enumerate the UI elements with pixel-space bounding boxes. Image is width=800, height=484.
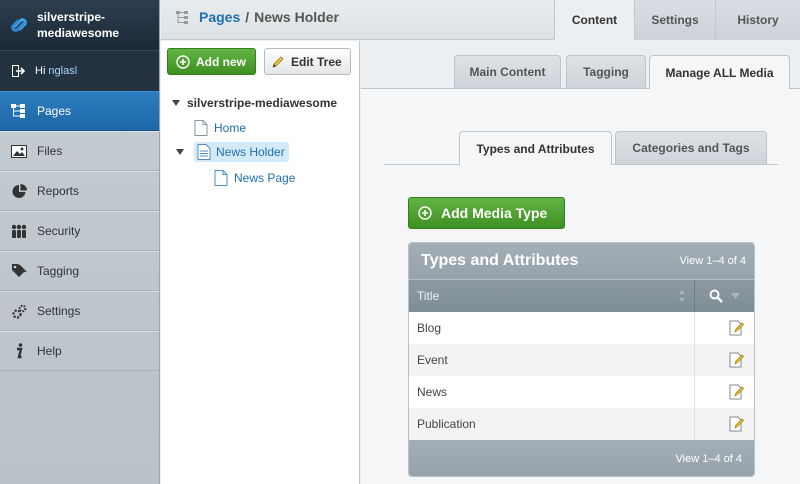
grid-header-row: Title: [409, 279, 754, 312]
sidebar-item-label: Help: [37, 344, 62, 358]
edit-icon[interactable]: [729, 320, 744, 336]
column-title-label: Title: [417, 289, 440, 303]
edit-icon[interactable]: [729, 384, 744, 400]
sidebar-item-security[interactable]: Security: [0, 211, 159, 251]
grid-pagination-top: View 1–4 of 4: [679, 255, 746, 267]
column-title-header[interactable]: Title: [409, 280, 695, 312]
brand-bar[interactable]: silverstripe-mediawesome: [0, 0, 159, 50]
grid-title: Types and Attributes: [421, 252, 579, 269]
tree-node-news-page[interactable]: News Page: [214, 168, 295, 188]
tab-settings[interactable]: Settings: [634, 0, 715, 40]
row-actions: [695, 376, 754, 408]
content-panel: Main Content Tagging Manage ALL Media Ty…: [361, 41, 800, 484]
page-header: Pages / News Holder Content Settings His…: [161, 0, 800, 41]
logout-icon[interactable]: [12, 65, 26, 77]
expand-arrow-icon[interactable]: [175, 147, 185, 157]
page-icon: [214, 170, 228, 186]
silverstripe-logo-icon: [11, 18, 27, 32]
sidebar-item-pages[interactable]: Pages: [0, 91, 159, 131]
grid-footer: View 1–4 of 4: [409, 440, 754, 476]
types-grid: Types and Attributes View 1–4 of 4 Title…: [408, 242, 755, 477]
sidebar-item-label: Pages: [37, 104, 72, 118]
row-title: Event: [409, 344, 695, 376]
search-icon[interactable]: [709, 289, 723, 303]
user-name-link[interactable]: nglasl: [48, 65, 77, 77]
selected-node[interactable]: News Holder: [194, 142, 289, 162]
files-icon: [10, 143, 28, 159]
tab-categories-and-tags[interactable]: Categories and Tags: [615, 131, 767, 164]
chevron-down-icon[interactable]: [731, 293, 740, 299]
user-bar: Hi nglasl: [0, 50, 159, 91]
tab-history[interactable]: History: [715, 0, 800, 40]
sidebar-item-settings[interactable]: Settings: [0, 291, 159, 331]
row-title: News: [409, 376, 695, 408]
tree-node-home[interactable]: Home: [194, 118, 246, 138]
holder-page-icon: [197, 144, 211, 160]
tab-tagging[interactable]: Tagging: [566, 55, 646, 88]
filter-column-header: [695, 280, 754, 312]
sidebar-item-files[interactable]: Files: [0, 131, 159, 171]
breadcrumb-pages-link[interactable]: Pages: [199, 9, 240, 25]
add-media-type-button[interactable]: Add Media Type: [408, 197, 565, 229]
add-new-label: Add new: [196, 54, 246, 69]
pencil-icon: [272, 55, 284, 68]
plus-circle-icon: [418, 206, 432, 220]
sidebar-item-help[interactable]: Help: [0, 331, 159, 371]
sidebar-item-label: Security: [37, 224, 81, 238]
user-greeting: Hi: [35, 65, 46, 77]
add-media-type-label: Add Media Type: [441, 205, 548, 221]
security-icon: [10, 223, 28, 239]
breadcrumb: Pages / News Holder: [175, 9, 339, 25]
sidebar-item-label: Settings: [37, 304, 81, 318]
cms-sidebar: silverstripe-mediawesome Hi nglasl Pages…: [0, 0, 160, 484]
page-icon: [194, 120, 208, 136]
breadcrumb-separator: /: [245, 9, 250, 25]
edit-icon[interactable]: [729, 416, 744, 432]
row-actions: [695, 344, 754, 376]
sort-arrows-icon[interactable]: [678, 289, 686, 303]
tab-manage-all-media[interactable]: Manage ALL Media: [649, 55, 790, 89]
tab-content[interactable]: Content: [554, 0, 634, 41]
tree-node-label: News Holder: [216, 145, 285, 159]
help-icon: [10, 343, 28, 359]
grid-pagination-bottom: View 1–4 of 4: [675, 453, 742, 465]
edit-tree-button[interactable]: Edit Tree: [264, 48, 351, 75]
row-actions: [695, 408, 754, 440]
row-title: Blog: [409, 312, 695, 344]
tree-node-label: News Page: [234, 171, 296, 185]
sidebar-item-label: Files: [37, 144, 63, 158]
breadcrumb-current: News Holder: [254, 9, 339, 25]
pages-icon: [10, 103, 28, 119]
tab-main-content[interactable]: Main Content: [454, 55, 561, 88]
tagging-icon: [10, 263, 28, 279]
edit-tree-label: Edit Tree: [291, 54, 342, 69]
table-row[interactable]: News: [409, 376, 754, 408]
sidebar-item-label: Tagging: [37, 264, 80, 278]
add-new-button[interactable]: Add new: [167, 48, 256, 75]
plus-circle-icon: [176, 54, 190, 69]
tree-root[interactable]: silverstripe-mediawesome: [171, 93, 337, 113]
tree-node-news-holder[interactable]: News Holder: [175, 142, 289, 162]
site-tree-panel: Add new Edit Tree silverstripe-mediaweso…: [161, 41, 360, 484]
site-title: silverstripe-mediawesome: [37, 10, 120, 40]
grid-title-bar: Types and Attributes View 1–4 of 4: [409, 243, 754, 279]
sidebar-item-reports[interactable]: Reports: [0, 171, 159, 211]
tree-node-label: Home: [214, 121, 247, 135]
table-row[interactable]: Blog: [409, 312, 754, 344]
row-title: Publication: [409, 408, 695, 440]
edit-icon[interactable]: [729, 352, 744, 368]
grid-body: Blog Event News Publication: [409, 312, 754, 440]
sidebar-item-label: Reports: [37, 184, 80, 198]
expand-arrow-icon[interactable]: [171, 98, 181, 108]
reports-icon: [10, 183, 28, 199]
settings-icon: [10, 303, 28, 319]
row-actions: [695, 312, 754, 344]
sidebar-item-tagging[interactable]: Tagging: [0, 251, 159, 291]
table-row[interactable]: Publication: [409, 408, 754, 440]
tab-types-and-attributes[interactable]: Types and Attributes: [459, 131, 612, 165]
table-row[interactable]: Event: [409, 344, 754, 376]
tree-root-label: silverstripe-mediawesome: [187, 96, 338, 110]
site-tree-icon: [176, 11, 188, 24]
